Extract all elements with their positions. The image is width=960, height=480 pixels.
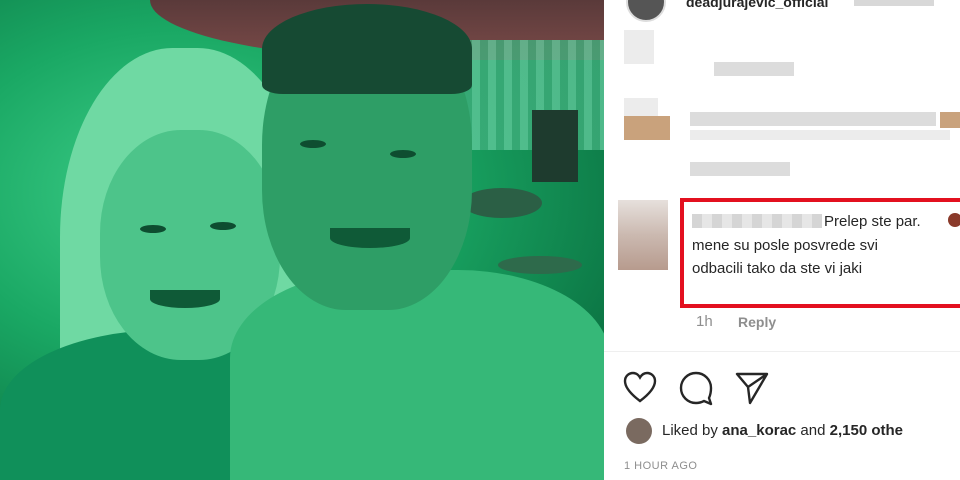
comment-time: 1h <box>696 313 713 330</box>
speaker <box>532 110 578 182</box>
liked-by-text[interactable]: Liked by ana_korac and 2,150 othe <box>662 422 903 439</box>
heart-icon[interactable] <box>622 370 658 406</box>
man-eye-left <box>300 140 326 148</box>
man-eye-right <box>390 150 416 158</box>
liked-count[interactable]: 2,150 othe <box>830 422 903 439</box>
man-smile <box>330 228 410 248</box>
avatar[interactable] <box>626 0 666 22</box>
divider <box>604 351 960 352</box>
blurred-avatar <box>624 98 658 116</box>
man-hair <box>262 4 472 94</box>
drum-cymbal-lower <box>498 256 582 274</box>
woman-smile <box>150 290 220 308</box>
blurred-avatar <box>624 116 670 140</box>
liked-by-middle: and <box>796 422 830 439</box>
blurred-emoji <box>940 112 960 128</box>
drum-cymbal <box>462 188 542 218</box>
blurred-comment <box>690 112 936 126</box>
post-side-panel: deadjurajevic_official Prelep ste par. m… <box>604 0 960 480</box>
liked-by-avatar[interactable] <box>626 418 652 444</box>
post-timestamp: 1 HOUR AGO <box>624 460 698 472</box>
post-photo <box>0 0 604 480</box>
highlight-box <box>680 198 960 308</box>
woman-eye-left <box>140 225 166 233</box>
blurred-comment <box>690 162 790 176</box>
woman-eye-right <box>210 222 236 230</box>
blurred-comment <box>714 62 794 76</box>
blurred-text <box>854 0 934 6</box>
share-icon[interactable] <box>734 370 770 406</box>
reply-button[interactable]: Reply <box>738 314 776 330</box>
blurred-comment <box>690 130 950 140</box>
post-username[interactable]: deadjurajevic_official <box>686 0 828 10</box>
liked-by-prefix: Liked by <box>662 422 723 439</box>
comment-icon[interactable] <box>678 370 714 406</box>
blurred-avatar <box>624 30 654 64</box>
commenter-avatar[interactable] <box>618 200 668 270</box>
liked-by-user[interactable]: ana_korac <box>722 422 796 439</box>
